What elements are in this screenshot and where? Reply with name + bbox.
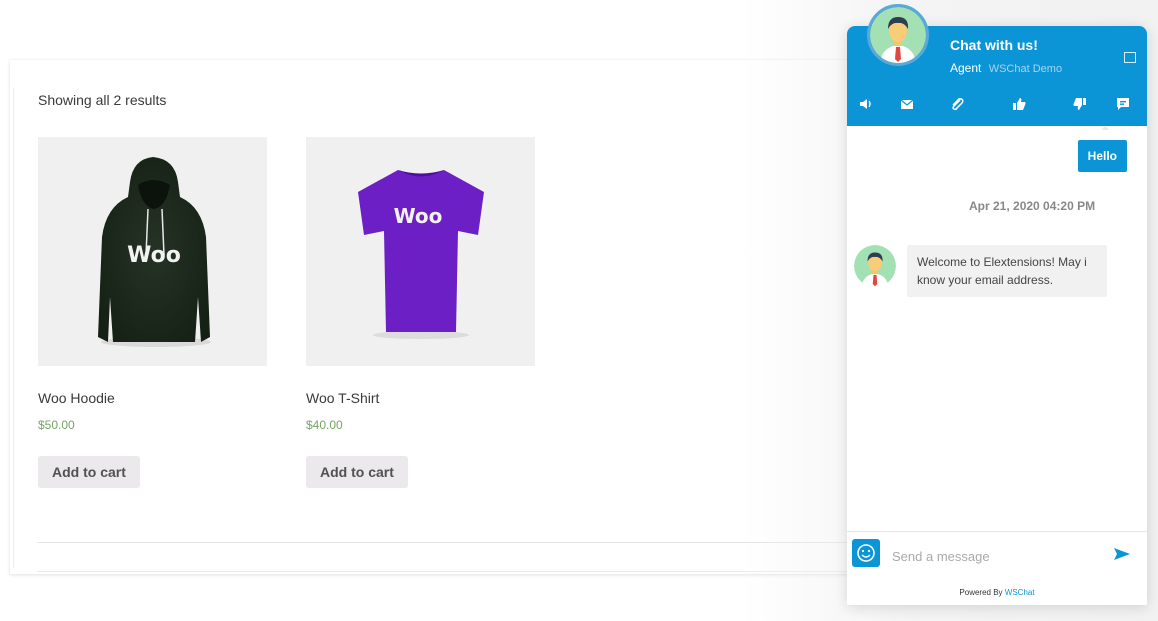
hoodie-logo: Woo <box>127 243 181 268</box>
attachment-icon[interactable] <box>949 96 965 112</box>
product-image-tshirt[interactable]: Woo <box>306 137 535 366</box>
product-card: Woo Woo T-Shirt $40.00 Add to cart <box>306 137 536 488</box>
agent-avatar-icon <box>854 245 896 287</box>
chat-messages[interactable]: Hello Apr 21, 2020 04:20 PM Welcome to E… <box>847 126 1147 531</box>
product-card: Woo Woo Hoodie $50.00 Add to cart <box>38 137 268 488</box>
agent-avatar-icon <box>870 7 926 63</box>
user-message: Hello <box>1077 140 1127 172</box>
speaker-icon[interactable] <box>858 96 874 112</box>
chat-widget: Chat with us! Agent WSChat Demo Hello Ap… <box>847 4 1147 605</box>
agent-label: Agent <box>950 61 982 75</box>
emoji-button[interactable] <box>852 539 880 567</box>
product-price: $40.00 <box>306 418 343 432</box>
tshirt-image: Woo <box>358 170 484 339</box>
powered-by: Powered By WSChat <box>847 588 1147 597</box>
chat-title: Chat with us! <box>950 37 1038 53</box>
feedback-icon[interactable] <box>1115 96 1131 112</box>
hoodie-image: Woo <box>98 157 211 347</box>
email-icon[interactable] <box>899 96 915 112</box>
agent-message: Welcome to Elextensions! May i know your… <box>907 245 1107 297</box>
product-image-hoodie[interactable]: Woo <box>38 137 267 366</box>
chat-header[interactable]: Chat with us! Agent WSChat Demo <box>847 4 1147 126</box>
wschat-link[interactable]: WSChat <box>1005 588 1035 597</box>
product-name[interactable]: Woo T-Shirt <box>306 390 379 406</box>
product-name[interactable]: Woo Hoodie <box>38 390 115 406</box>
card-left-border <box>13 88 14 568</box>
add-to-cart-button[interactable]: Add to cart <box>306 456 408 488</box>
results-count: Showing all 2 results <box>38 92 167 108</box>
send-icon[interactable] <box>1112 544 1132 564</box>
bubble-tail <box>1101 126 1109 130</box>
product-price: $50.00 <box>38 418 75 432</box>
message-timestamp: Apr 21, 2020 04:20 PM <box>969 199 1096 213</box>
powered-by-label: Powered By <box>959 588 1003 597</box>
agent-avatar <box>867 4 929 66</box>
message-input[interactable] <box>890 542 1094 570</box>
thumbs-down-icon[interactable] <box>1072 96 1088 112</box>
tshirt-logo: Woo <box>394 204 443 228</box>
agent-info: Agent WSChat Demo <box>950 61 1062 75</box>
agent-name: WSChat Demo <box>988 63 1063 75</box>
smiley-icon <box>857 544 875 562</box>
maximize-icon[interactable] <box>1124 52 1136 63</box>
thumbs-up-icon[interactable] <box>1011 96 1027 112</box>
add-to-cart-button[interactable]: Add to cart <box>38 456 140 488</box>
chat-toolbar <box>847 94 1147 116</box>
agent-avatar-small <box>854 245 896 287</box>
message-composer <box>847 531 1147 578</box>
